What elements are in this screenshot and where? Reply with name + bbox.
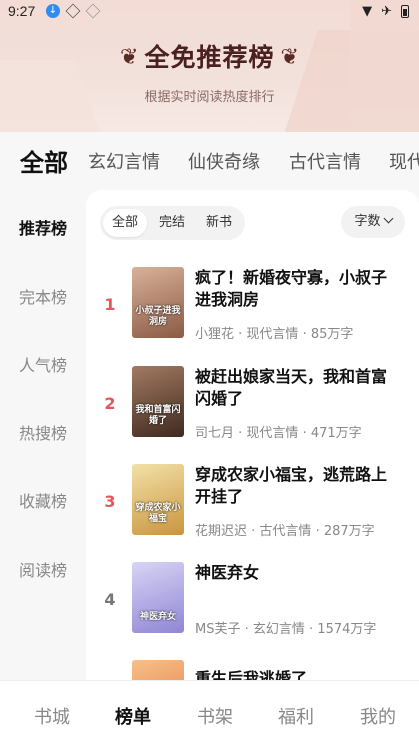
book-meta: 花期迟迟 · 古代言情 · 287万字 — [195, 524, 375, 539]
sort-dropdown[interactable]: 字数 — [341, 206, 405, 238]
book-meta: MS芙子 · 玄幻言情 · 1574万字 — [195, 622, 377, 637]
banner-subtitle: 根据实时阅读热度排行 — [144, 90, 275, 105]
book-item[interactable]: 2 我和首富闪婚了 被赶出娘家当天，我和首富闪婚了 司七月 · 现代言情 · 4… — [86, 366, 419, 446]
bottom-nav: 书城 榜单 书架 福利 我的 — [0, 680, 419, 745]
sidebar-item-popular[interactable]: 人气榜 — [0, 352, 86, 376]
category-tabs: 全部 玄幻言情 仙侠奇缘 古代言情 现代言情 — [0, 132, 419, 188]
book-title: 神医弃女 — [195, 563, 260, 582]
book-title: 穿成农家小福宝，逃荒路上开挂了 — [195, 465, 388, 506]
book-cover: 神医弃女 — [132, 562, 184, 633]
category-tab-xianxia[interactable]: 仙侠奇缘 — [188, 148, 260, 174]
nav-profile[interactable]: 我的 — [348, 703, 408, 729]
filter-all-button[interactable]: 全部 — [103, 209, 147, 237]
book-meta: 小狸花 · 现代言情 · 85万字 — [195, 327, 354, 342]
nav-bookstore[interactable]: 书城 — [22, 703, 82, 729]
status-bar: 9:27 ↓ ▼ ✈ — [0, 0, 419, 24]
cover-text: 我和首富闪婚了 — [135, 405, 181, 426]
battery-icon — [401, 5, 409, 18]
sidebar-item-reading[interactable]: 阅读榜 — [0, 557, 86, 581]
wifi-icon: ▼ — [362, 4, 373, 19]
laurel-left-icon: ❦ — [120, 45, 139, 70]
filter-completed-button[interactable]: 完结 — [150, 209, 194, 237]
nav-rankings[interactable]: 榜单 — [103, 703, 163, 729]
banner-heading: ❦ 全免推荐榜 ❦ — [0, 38, 419, 74]
sidebar-item-completed[interactable]: 完本榜 — [0, 284, 86, 308]
rank-number: 2 — [104, 394, 116, 413]
book-cover: 穿成农家小福宝 — [132, 464, 184, 535]
book-item[interactable]: 4 神医弃女 神医弃女 MS芙子 · 玄幻言情 · 1574万字 — [86, 562, 419, 642]
filter-new-button[interactable]: 新书 — [197, 209, 241, 237]
rank-number: 3 — [104, 492, 116, 511]
book-cover: 我和首富闪婚了 — [132, 366, 184, 437]
sort-label: 字数 — [354, 214, 381, 229]
book-item[interactable]: 1 小叔子进我洞房 疯了！新婚夜守寡，小叔子进我洞房 小狸花 · 现代言情 · … — [86, 267, 419, 347]
cube-outline-icon — [85, 3, 101, 19]
banner-title: 全免推荐榜 — [144, 43, 275, 72]
book-item[interactable]: 3 穿成农家小福宝 穿成农家小福宝，逃荒路上开挂了 花期迟迟 · 古代言情 · … — [86, 464, 419, 544]
category-tab-all[interactable]: 全部 — [20, 143, 68, 178]
airplane-icon: ✈ — [381, 4, 392, 19]
rank-number: 4 — [104, 590, 116, 609]
download-icon: ↓ — [46, 4, 60, 18]
filter-group: 全部 完结 新书 — [100, 206, 245, 240]
cover-text: 穿成农家小福宝 — [135, 503, 181, 524]
sidebar-item-favorites[interactable]: 收藏榜 — [0, 488, 86, 512]
rank-number: 1 — [104, 295, 116, 314]
sidebar-item-recommend[interactable]: 推荐榜 — [0, 215, 86, 239]
laurel-right-icon: ❦ — [280, 45, 299, 70]
book-meta: 司七月 · 现代言情 · 471万字 — [195, 426, 362, 441]
book-title: 疯了！新婚夜守寡，小叔子进我洞房 — [195, 268, 388, 309]
cover-text: 小叔子进我洞房 — [135, 306, 181, 327]
category-tab-modern-romance[interactable]: 现代言情 — [389, 148, 419, 174]
nav-bookshelf[interactable]: 书架 — [185, 703, 245, 729]
cover-text: 神医弃女 — [139, 612, 176, 622]
nav-rewards[interactable]: 福利 — [266, 703, 326, 729]
book-title: 被赶出娘家当天，我和首富闪婚了 — [195, 367, 388, 408]
chevron-down-icon — [383, 213, 393, 224]
category-tab-ancient-romance[interactable]: 古代言情 — [289, 148, 361, 174]
status-time: 9:27 — [8, 3, 36, 19]
category-tab-fantasy-romance[interactable]: 玄幻言情 — [88, 148, 160, 174]
cube-icon — [65, 3, 81, 19]
ranking-list-panel: 全部 完结 新书 字数 1 小叔子进我洞房 疯了！新婚夜守寡，小叔子进我洞房 小… — [86, 190, 419, 690]
sidebar-item-hot-search[interactable]: 热搜榜 — [0, 420, 86, 444]
book-cover: 小叔子进我洞房 — [132, 267, 184, 338]
